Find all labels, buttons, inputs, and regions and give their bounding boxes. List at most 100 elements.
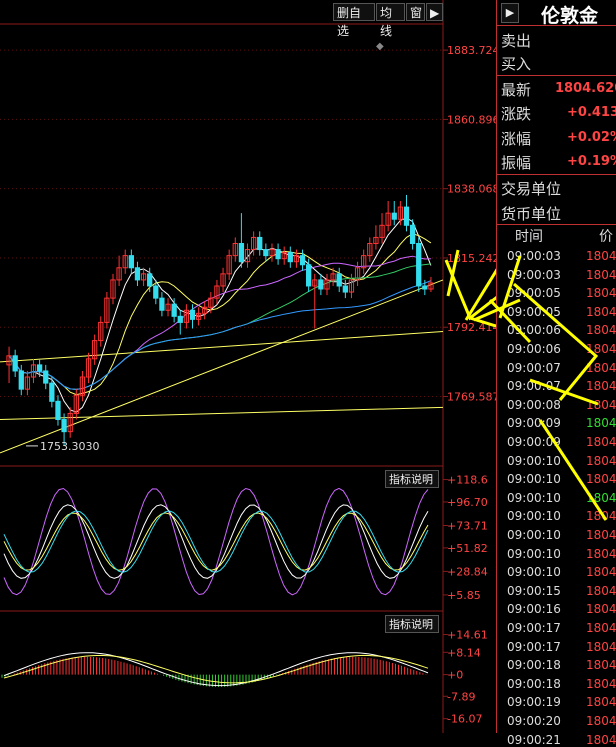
price-tick-label: 1860.896 — [447, 113, 496, 126]
ma-line — [8, 263, 431, 390]
kdj-line — [3, 510, 429, 573]
kdj-tick-label: +28.84 — [447, 565, 488, 578]
candle-body — [18, 370, 24, 390]
tick-price: 1804. — [586, 267, 616, 282]
candle-body — [128, 255, 134, 269]
buy-label: 买入 — [501, 55, 532, 73]
candle-body — [409, 224, 416, 245]
tick-time: 09:00:18 — [507, 676, 561, 691]
candle-body — [49, 382, 55, 402]
candle-body — [275, 249, 281, 260]
tick-price: 1804. — [586, 453, 616, 468]
amplitude-label: 振幅 — [501, 154, 532, 172]
macd-tick-label: +14.61 — [447, 629, 488, 642]
tick-price: 1804. — [586, 583, 616, 598]
support-trendline — [0, 331, 444, 363]
tick-time: 09:00:10 — [507, 453, 561, 468]
candle-body — [342, 285, 348, 293]
tick-time: 09:00:18 — [507, 658, 561, 673]
change-pct-label: 涨幅 — [501, 130, 532, 148]
kdj-indicator: +118.6 +96.70 +73.71 +51.82 +28.84 +5.85 — [3, 474, 488, 602]
tick-price: 1804. — [586, 509, 616, 524]
tick-time: 09:00:03 — [507, 267, 561, 282]
sell-label: 卖出 — [501, 32, 532, 50]
kdj-d-line — [3, 512, 429, 571]
currency-unit-label: 货币单位 — [501, 205, 562, 223]
tick-time: 09:00:10 — [507, 472, 561, 487]
candle-body — [403, 206, 410, 226]
candle-body — [257, 236, 263, 251]
kdj-tick-label: +5.85 — [447, 589, 481, 602]
tick-time: 09:00:10 — [507, 490, 561, 505]
tick-price: 1804. — [586, 490, 616, 505]
tick-price: 1804. — [586, 416, 616, 431]
candle-body — [134, 267, 141, 281]
delete-watchlist-button[interactable]: 删自选 — [333, 3, 375, 38]
kdj-tick-label: +118.6 — [447, 474, 488, 487]
amplitude-value: +0.19% — [567, 154, 616, 169]
price-tick-label: 1769.587 — [447, 390, 496, 403]
kdj-tick-label: +51.82 — [447, 542, 488, 555]
kdj-tick-label: +96.70 — [447, 496, 488, 509]
candle-body — [189, 309, 196, 320]
tick-price: 1804. — [586, 732, 616, 747]
macd-indicator-help-button[interactable]: 指标说明 — [385, 615, 439, 633]
tick-time: 09:00:15 — [507, 583, 561, 598]
diamond-marker-icon: ◆ — [376, 41, 384, 52]
panel-header: ▶ 伦敦金 — [497, 0, 616, 27]
candle-body — [159, 297, 165, 311]
tick-time: 09:00:21 — [507, 732, 561, 747]
tick-price: 1804. — [586, 565, 616, 580]
annotation-arrows — [444, 249, 496, 328]
tick-time: 09:00:07 — [507, 360, 561, 375]
tick-time: 09:00:05 — [507, 304, 561, 319]
ma-line-button[interactable]: 均线 — [376, 3, 405, 38]
tick-price: 1804. — [586, 639, 616, 654]
candle-body — [177, 315, 183, 323]
tick-price: 1804. — [586, 397, 616, 412]
change-value: +0.4138 — [567, 105, 616, 120]
window-button[interactable]: 窗 — [406, 3, 425, 21]
horizontal-trendline — [0, 406, 444, 421]
candle-body — [153, 285, 159, 299]
macd-tick-label: -7.89 — [447, 690, 475, 703]
tick-time: 09:00:07 — [507, 379, 561, 394]
tick-price: 1804. — [586, 676, 616, 691]
tick-time: 09:00:10 — [507, 528, 561, 542]
tick-time: 09:00:10 — [507, 546, 561, 561]
macd-indicator: +14.61 +8.14 +0 -7.89 -16.07 — [1, 629, 488, 726]
tick-time: 09:00:17 — [507, 621, 561, 635]
tick-time: 09:00:19 — [507, 695, 561, 710]
candle-body — [61, 419, 67, 433]
ticks-price-header: 价 — [599, 229, 613, 245]
play-left-icon[interactable]: ▶ — [501, 3, 519, 23]
play-left-icon[interactable]: ▶ — [426, 3, 443, 21]
change-pct-value: +0.02% — [567, 130, 616, 145]
quote-panel: ▶ 伦敦金 卖出 买入 最新 1804.6200 涨跌 +0.4138 涨幅 +… — [496, 0, 616, 747]
tick-price: 1804. — [586, 379, 616, 394]
tick-price: 1804. — [586, 342, 616, 356]
candle-body — [12, 355, 18, 372]
tick-price: 1804. — [586, 602, 616, 617]
tick-price: 1804. — [586, 658, 616, 673]
tick-time: 09:00:05 — [507, 286, 561, 301]
tick-price: 1804. — [586, 695, 616, 710]
tick-time: 09:00:06 — [507, 323, 561, 338]
price-axis: 1883.7241860.8961838.0681815.2421792.414… — [443, 44, 496, 403]
tick-price: 1804. — [586, 323, 616, 338]
macd-tick-label: +0 — [447, 669, 463, 682]
kdj-indicator-help-button[interactable]: 指标说明 — [385, 470, 439, 488]
candle-body — [391, 212, 397, 220]
ma-line — [8, 280, 432, 390]
last-label: 最新 — [501, 81, 532, 99]
price-tick-label: 1883.724 — [447, 44, 496, 57]
tick-price: 1804. — [586, 528, 616, 542]
tick-time: 09:00:10 — [507, 509, 561, 524]
tick-time: 09:00:09 — [507, 416, 561, 431]
candle-body — [43, 370, 49, 384]
change-label: 涨跌 — [501, 105, 532, 123]
candle-body — [238, 243, 245, 263]
tick-time: 09:00:06 — [507, 342, 561, 356]
candle-body — [299, 255, 306, 266]
tick-time: 09:00:09 — [507, 435, 561, 449]
